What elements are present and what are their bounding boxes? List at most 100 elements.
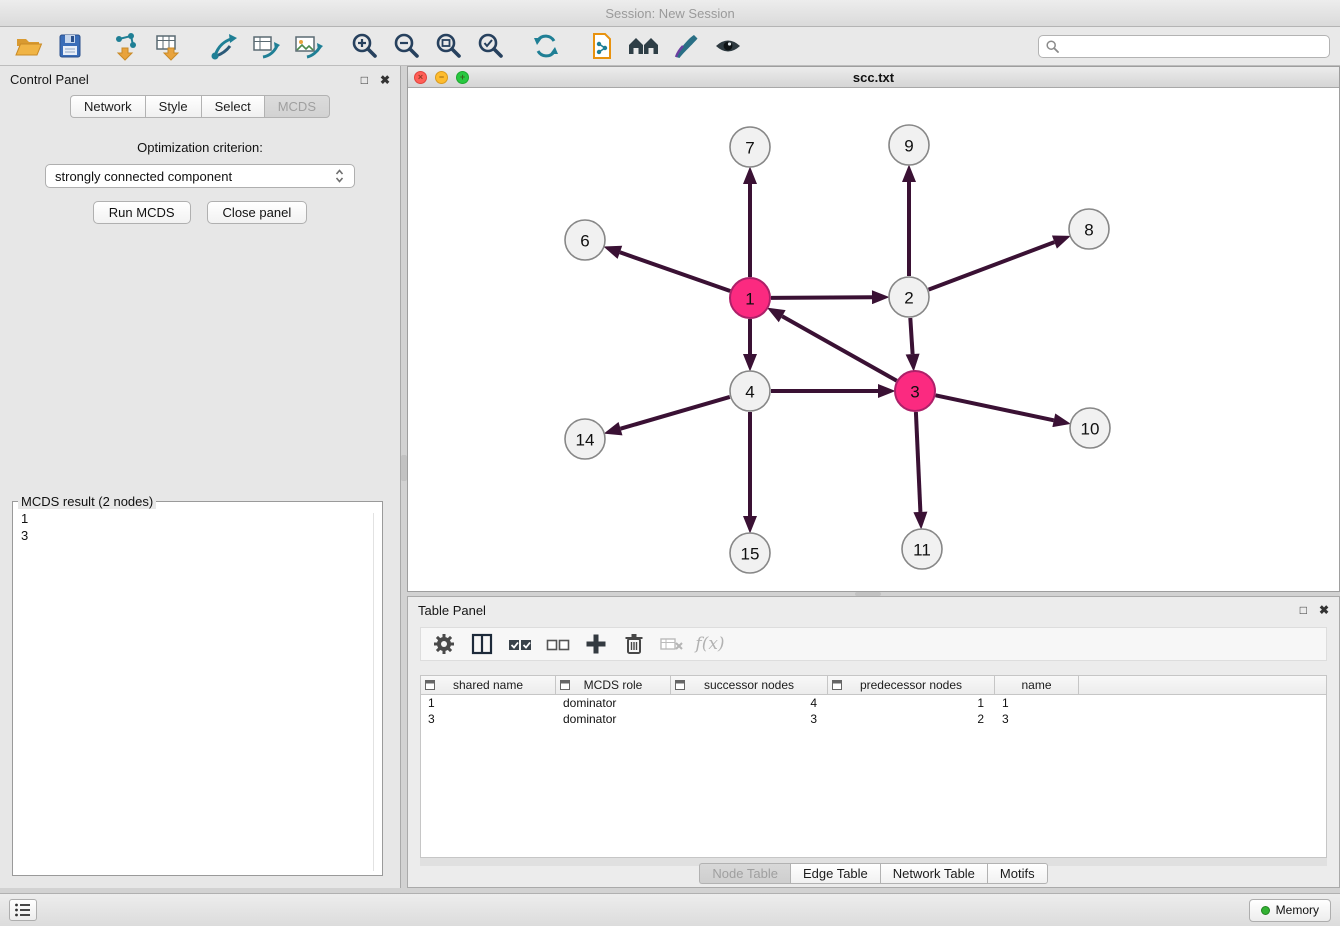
graph-edge-3-11[interactable] [916, 412, 921, 512]
graph-edge-3-1[interactable] [782, 316, 897, 381]
memory-status-icon [1261, 906, 1270, 915]
graph-edge-3-10[interactable] [936, 395, 1054, 420]
minimize-window-icon[interactable]: − [435, 71, 448, 84]
graph-edge-2-3[interactable] [910, 318, 912, 354]
chevron-up-down-icon [334, 168, 345, 184]
column-header-mcds-role[interactable]: MCDS role [556, 676, 671, 694]
result-scrollbar-track [373, 513, 374, 871]
cell-name: 1 [995, 695, 1079, 711]
table-row[interactable]: 3 dominator 3 2 3 [421, 711, 1326, 727]
open-folder-icon [13, 31, 43, 61]
svg-text:14: 14 [576, 431, 595, 450]
column-header-successor-nodes[interactable]: successor nodes [671, 676, 828, 694]
tab-network-table[interactable]: Network Table [880, 863, 987, 884]
table-row[interactable]: 1 dominator 4 1 1 [421, 695, 1326, 711]
list-icon [14, 902, 32, 918]
tab-edge-table[interactable]: Edge Table [790, 863, 880, 884]
save-session-button[interactable] [52, 29, 88, 63]
graph-node-3[interactable]: 3 [895, 371, 935, 411]
tab-mcds[interactable]: MCDS [264, 95, 330, 118]
search-input[interactable] [1064, 39, 1322, 54]
cell-mcds-role: dominator [556, 711, 671, 727]
export-image-button[interactable] [290, 29, 326, 63]
zoom-fit-button[interactable] [430, 29, 466, 63]
table-panel: Table Panel □ ✖ [407, 596, 1340, 888]
graph-edge-1-2[interactable] [771, 297, 872, 298]
refresh-layout-button[interactable] [528, 29, 564, 63]
float-panel-icon[interactable]: □ [361, 74, 368, 86]
graph-node-1[interactable]: 1 [730, 278, 770, 318]
zoom-selected-icon [475, 31, 505, 61]
graph-node-4[interactable]: 4 [730, 371, 770, 411]
graph-edge-2-8[interactable] [929, 242, 1055, 290]
graph-node-11[interactable]: 11 [902, 529, 942, 569]
maximize-window-icon[interactable]: + [456, 71, 469, 84]
graph-node-2[interactable]: 2 [889, 277, 929, 317]
network-window-titlebar: × − + scc.txt [408, 67, 1339, 88]
graph-node-9[interactable]: 9 [889, 125, 929, 165]
toolbar-search-field[interactable] [1038, 35, 1330, 58]
close-table-panel-icon[interactable]: ✖ [1319, 604, 1329, 616]
table-panel-title: Table Panel [418, 603, 486, 618]
import-table-button[interactable] [150, 29, 186, 63]
first-neighbors-button[interactable] [584, 29, 620, 63]
optimization-criterion-select[interactable]: strongly connected component [45, 164, 355, 188]
delete-table-button[interactable] [657, 629, 687, 659]
new-network-from-table-button[interactable] [248, 29, 284, 63]
apply-style-button[interactable] [668, 29, 704, 63]
add-row-button[interactable] [581, 629, 611, 659]
main-toolbar [0, 27, 1340, 66]
graph-node-15[interactable]: 15 [730, 533, 770, 573]
deselect-all-columns-button[interactable] [543, 629, 573, 659]
delete-table-icon [659, 631, 685, 657]
close-panel-icon[interactable]: ✖ [380, 74, 390, 86]
graph-node-14[interactable]: 14 [565, 419, 605, 459]
mcds-result-title: MCDS result (2 nodes) [18, 494, 156, 509]
tab-motifs[interactable]: Motifs [987, 863, 1048, 884]
new-network-button[interactable] [206, 29, 242, 63]
graph-node-8[interactable]: 8 [1069, 209, 1109, 249]
float-table-panel-icon[interactable]: □ [1300, 604, 1307, 616]
svg-text:15: 15 [741, 545, 760, 564]
run-mcds-button[interactable]: Run MCDS [93, 201, 191, 224]
graph-node-7[interactable]: 7 [730, 127, 770, 167]
delete-row-button[interactable] [619, 629, 649, 659]
open-session-button[interactable] [10, 29, 46, 63]
network-arrows-icon [209, 31, 239, 61]
import-network-button[interactable] [108, 29, 144, 63]
refresh-icon [531, 31, 561, 61]
graph-node-10[interactable]: 10 [1070, 408, 1110, 448]
graph-edge-4-14[interactable] [621, 397, 730, 429]
tab-node-table[interactable]: Node Table [699, 863, 790, 884]
memory-button[interactable]: Memory [1249, 899, 1331, 922]
show-hide-button[interactable] [710, 29, 746, 63]
tab-network[interactable]: Network [70, 95, 145, 118]
zoom-selected-button[interactable] [472, 29, 508, 63]
column-header-shared-name[interactable]: shared name [421, 676, 556, 694]
select-all-columns-button[interactable] [505, 629, 535, 659]
status-bar: Memory [0, 893, 1340, 926]
column-header-predecessor-nodes[interactable]: predecessor nodes [828, 676, 995, 694]
close-window-icon[interactable]: × [414, 71, 427, 84]
task-history-button[interactable] [9, 899, 37, 921]
zoom-out-button[interactable] [388, 29, 424, 63]
column-sort-icon [425, 680, 435, 690]
tab-style[interactable]: Style [145, 95, 201, 118]
show-columns-button[interactable] [467, 629, 497, 659]
columns-icon [469, 631, 495, 657]
network-graph[interactable]: 7 9 6 8 1 2 4 3 14 10 15 11 [408, 88, 1339, 591]
function-icon: f(x) [695, 634, 724, 654]
column-sort-icon [832, 680, 842, 690]
zoom-in-button[interactable] [346, 29, 382, 63]
table-settings-button[interactable] [429, 629, 459, 659]
home-layout-button[interactable] [626, 29, 662, 63]
svg-text:1: 1 [745, 290, 754, 309]
svg-text:7: 7 [745, 139, 754, 158]
tab-select[interactable]: Select [201, 95, 264, 118]
graph-node-6[interactable]: 6 [565, 220, 605, 260]
close-panel-button[interactable]: Close panel [207, 201, 308, 224]
column-header-name[interactable]: name [995, 676, 1079, 694]
network-canvas[interactable]: 7 9 6 8 1 2 4 3 14 10 15 11 [408, 88, 1339, 591]
function-builder-button[interactable]: f(x) [695, 629, 725, 659]
graph-edge-1-6[interactable] [620, 252, 730, 291]
